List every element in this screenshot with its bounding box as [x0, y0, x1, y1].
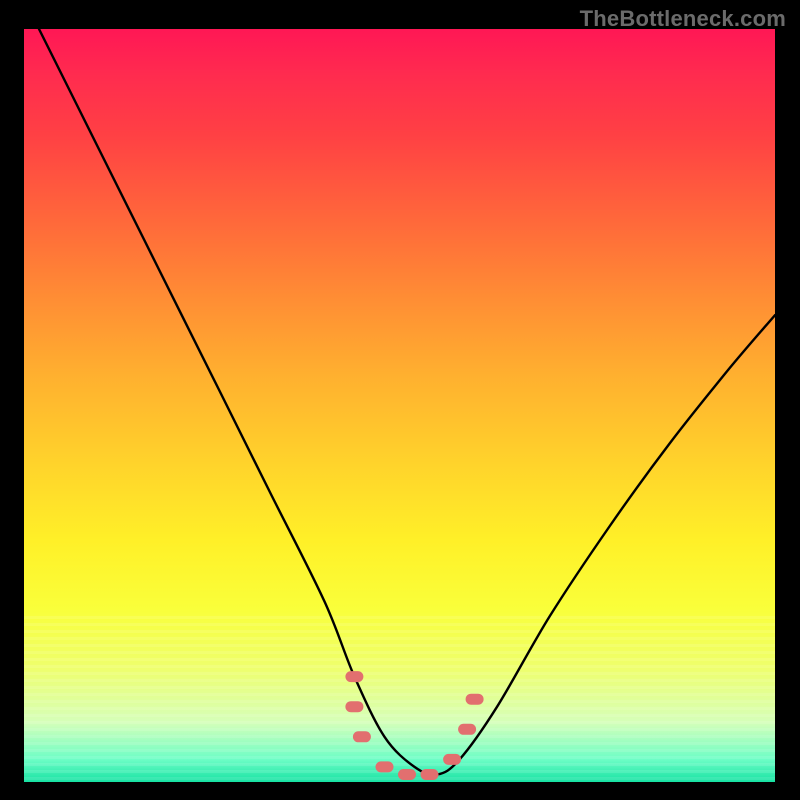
chart-stage: TheBottleneck.com	[0, 0, 800, 800]
plot-frame	[24, 29, 775, 782]
watermark-source: TheBottleneck.com	[580, 6, 786, 32]
plot-gradient-background	[24, 29, 775, 782]
